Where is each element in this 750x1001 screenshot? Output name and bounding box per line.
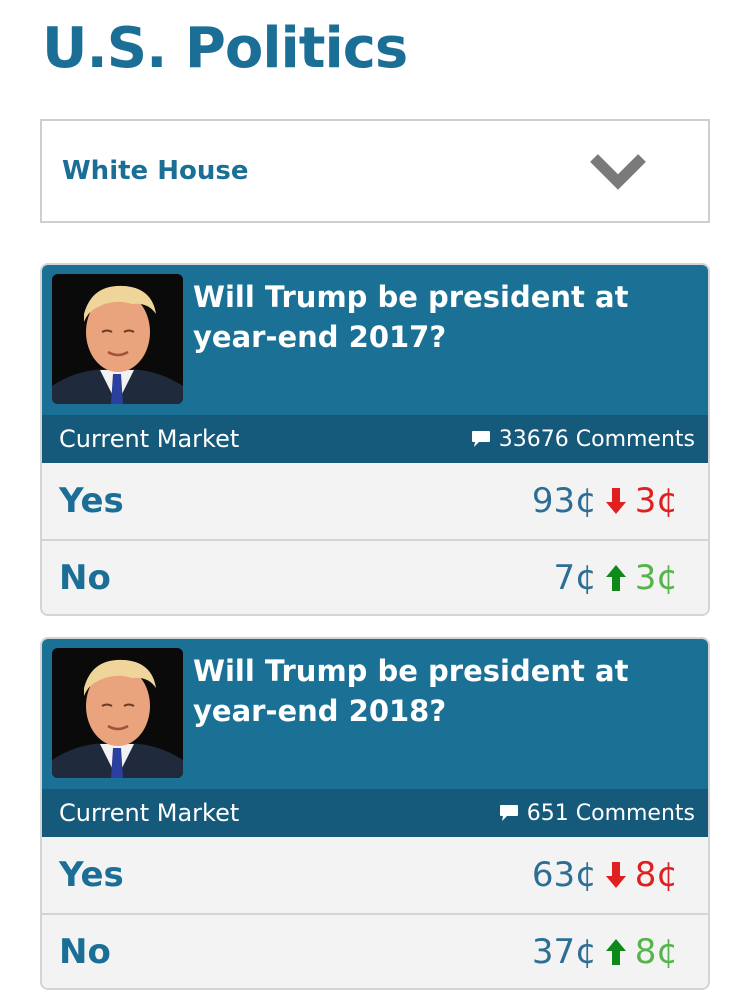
- outcome-price: 37¢: [531, 932, 597, 972]
- outcome-row-yes[interactable]: Yes 93¢ 3¢: [42, 463, 708, 539]
- candidate-photo: [52, 648, 183, 778]
- outcome-name: Yes: [59, 855, 124, 895]
- comments-link[interactable]: 651 Comments: [499, 801, 695, 826]
- arrow-down-icon: [605, 862, 626, 888]
- outcome-price: 93¢: [531, 481, 597, 521]
- category-dropdown-label: White House: [62, 156, 249, 186]
- market-question: Will Trump be president at year-end 2017…: [193, 280, 629, 354]
- arrow-up-icon: [605, 565, 626, 591]
- price-change: 8¢: [634, 855, 678, 895]
- market-card-header: Will Trump be president at year-end 2017…: [42, 265, 708, 415]
- market-card-header: Will Trump be president at year-end 2018…: [42, 639, 708, 789]
- market-question: Will Trump be president at year-end 2018…: [193, 654, 629, 728]
- outcome-price: 63¢: [531, 855, 597, 895]
- outcome-name: No: [59, 558, 111, 598]
- comments-count: 33676 Comments: [498, 426, 695, 452]
- comments-link[interactable]: 33676 Comments: [471, 427, 695, 452]
- page-title: U.S. Politics: [42, 16, 408, 81]
- category-dropdown[interactable]: White House: [40, 119, 710, 223]
- outcome-row-no[interactable]: No 7¢ 3¢: [42, 539, 708, 614]
- market-card[interactable]: Will Trump be president at year-end 2018…: [40, 637, 710, 990]
- arrow-up-icon: [605, 939, 626, 965]
- current-market-label: Current Market: [59, 425, 240, 453]
- price-change: 3¢: [634, 481, 678, 521]
- price-change: 3¢: [634, 558, 678, 598]
- arrow-down-icon: [605, 488, 626, 514]
- outcome-name: No: [59, 932, 111, 972]
- outcome-price: 7¢: [553, 558, 597, 598]
- outcome-row-yes[interactable]: Yes 63¢ 8¢: [42, 837, 708, 913]
- outcome-name: Yes: [59, 481, 124, 521]
- market-bar: Current Market 651 Comments: [42, 789, 708, 837]
- candidate-photo: [52, 274, 183, 404]
- market-bar: Current Market 33676 Comments: [42, 415, 708, 463]
- comments-count: 651 Comments: [526, 800, 695, 826]
- comment-icon: [471, 431, 490, 447]
- comment-icon: [499, 805, 518, 821]
- chevron-down-icon: [588, 151, 648, 191]
- outcome-row-no[interactable]: No 37¢ 8¢: [42, 913, 708, 988]
- price-change: 8¢: [634, 932, 678, 972]
- current-market-label: Current Market: [59, 799, 240, 827]
- market-card[interactable]: Will Trump be president at year-end 2017…: [40, 263, 710, 616]
